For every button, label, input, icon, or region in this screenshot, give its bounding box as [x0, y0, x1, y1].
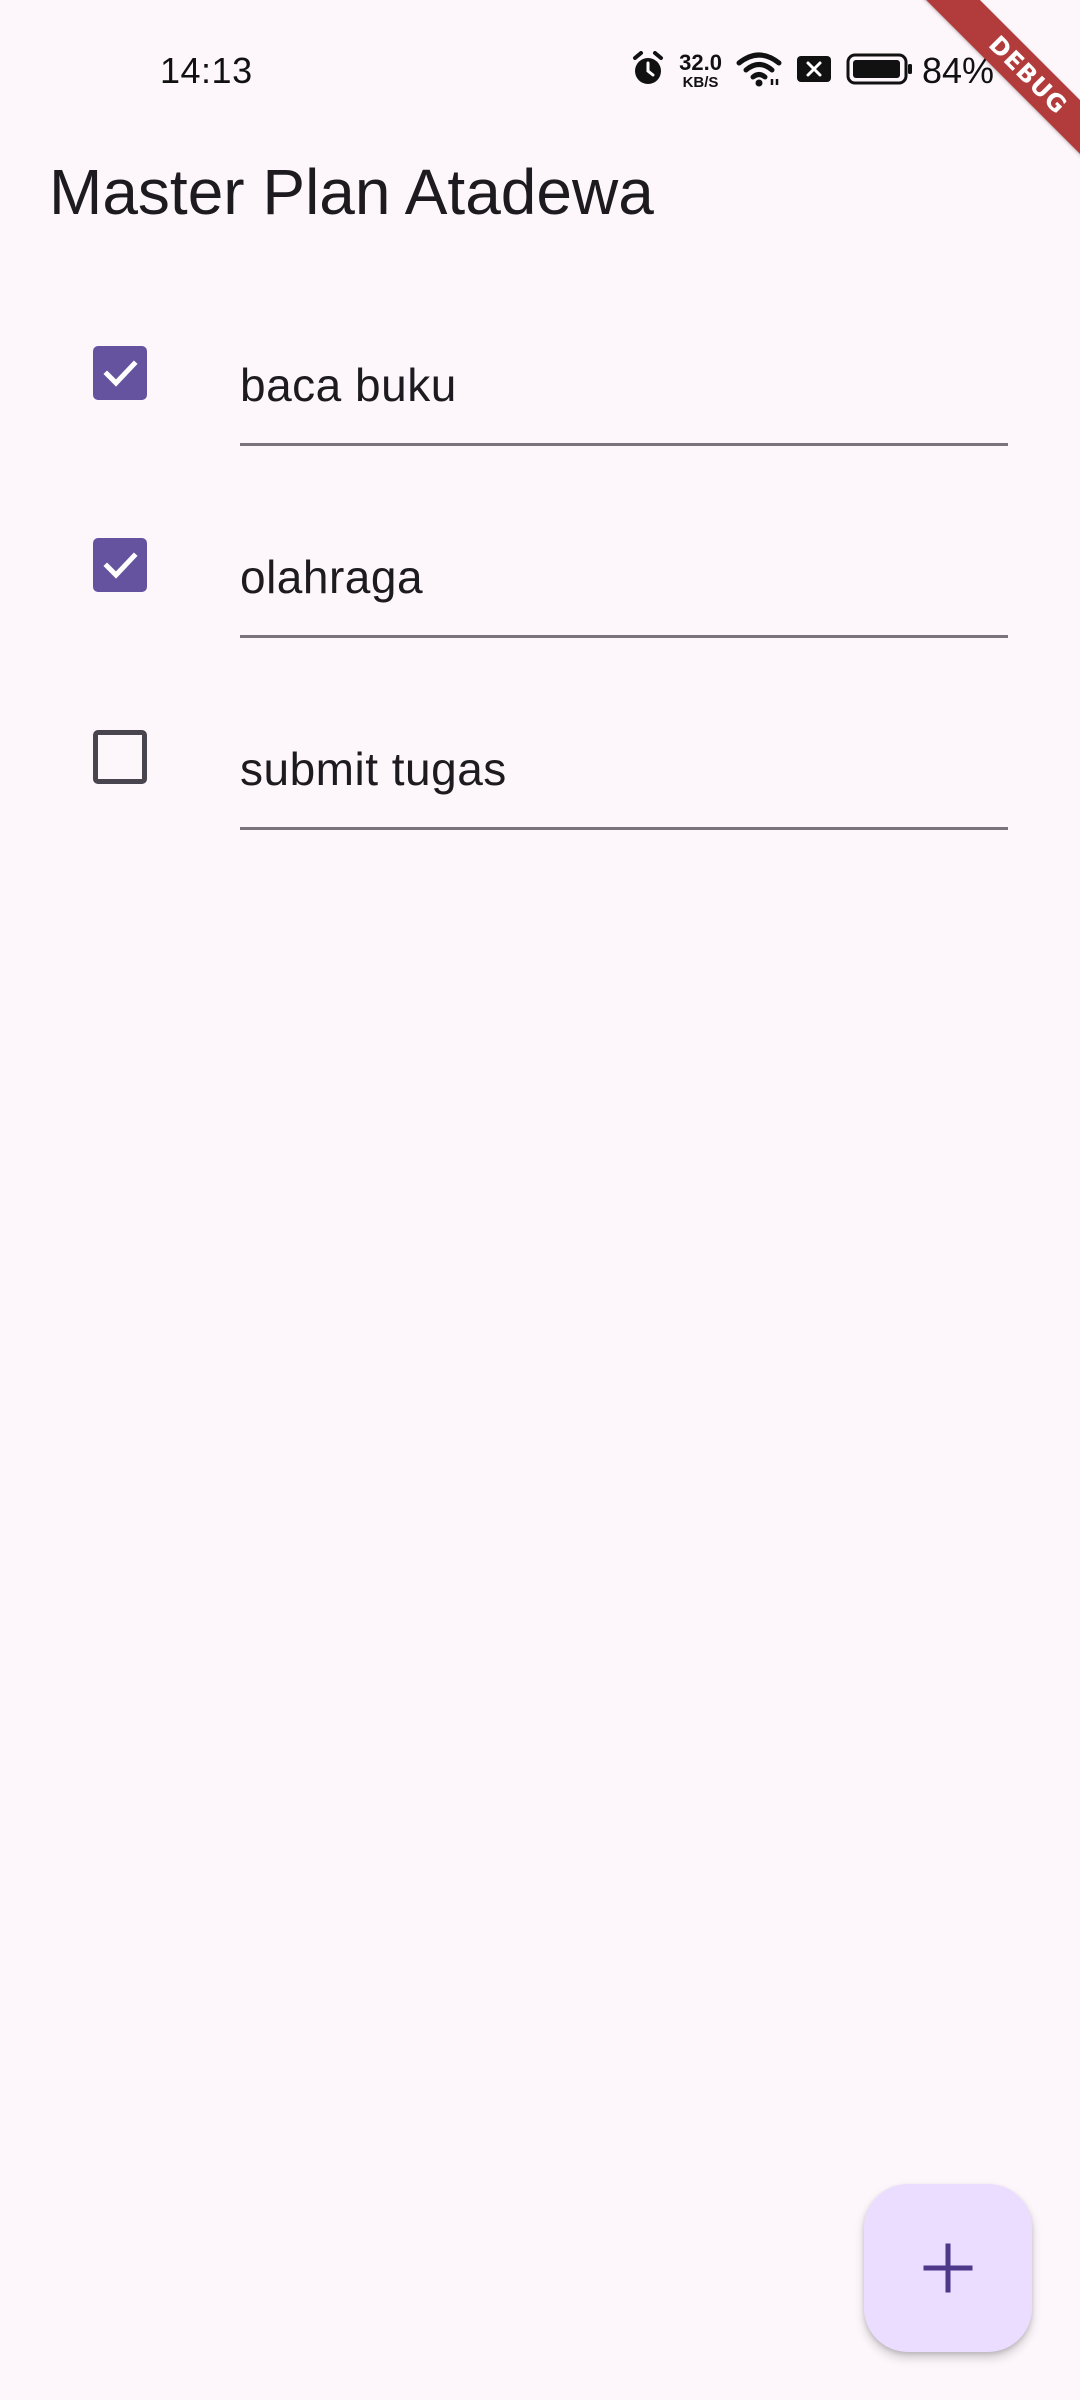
task-description-field[interactable]: baca buku	[240, 320, 1008, 446]
battery-icon	[846, 53, 914, 90]
task-checkbox[interactable]	[93, 730, 147, 784]
task-checkbox[interactable]	[93, 346, 147, 400]
alarm-icon	[631, 50, 665, 92]
task-row: olahraga	[0, 482, 1080, 674]
page-title: Master Plan Atadewa	[49, 156, 654, 228]
task-description-field[interactable]: submit tugas	[240, 704, 1008, 830]
task-row: submit tugas	[0, 674, 1080, 866]
status-bar: 14:13 32.0 KB/S 84%	[0, 0, 1080, 140]
wifi-icon	[736, 51, 782, 92]
network-speed-unit: KB/S	[682, 74, 719, 91]
network-speed: 32.0 KB/S	[679, 50, 722, 91]
status-icons: 32.0 KB/S 84%	[617, 48, 994, 94]
checkmark-icon	[103, 552, 138, 579]
task-list: baca buku olahraga submit tugas	[0, 290, 1080, 866]
task-checkbox[interactable]	[93, 538, 147, 592]
add-icon	[923, 2243, 973, 2293]
task-description-field[interactable]: olahraga	[240, 512, 1008, 638]
add-task-button[interactable]	[864, 2184, 1032, 2352]
checkmark-icon	[103, 360, 138, 387]
status-time: 14:13	[160, 50, 253, 91]
task-row: baca buku	[0, 290, 1080, 482]
task-description: submit tugas	[240, 743, 507, 795]
network-speed-value: 32.0	[679, 50, 722, 75]
sim-off-icon	[796, 54, 832, 89]
battery-percent: 84%	[921, 50, 994, 91]
task-description: baca buku	[240, 359, 457, 411]
task-description: olahraga	[240, 551, 424, 603]
